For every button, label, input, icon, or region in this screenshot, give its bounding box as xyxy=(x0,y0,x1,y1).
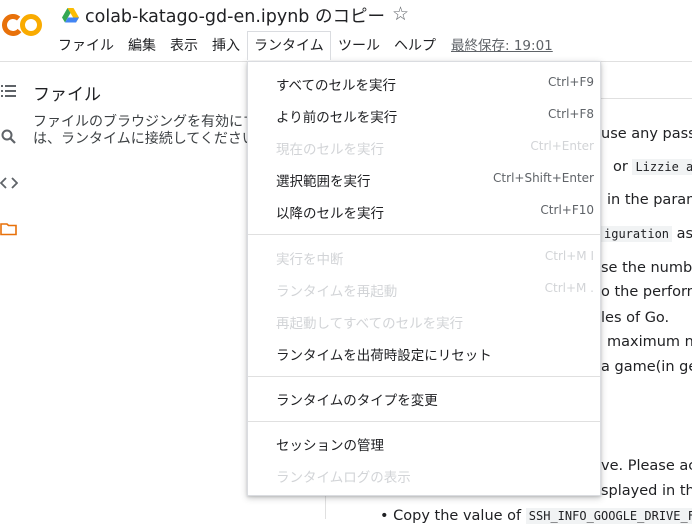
content-line: se the numbe xyxy=(601,260,692,276)
menu-item-label: ランタイムログの表示 xyxy=(276,470,411,486)
inline-code: iguration xyxy=(601,226,673,242)
inline-code: Lizzie a xyxy=(632,159,692,175)
menu-run-selection[interactable]: 選択範囲を実行 Ctrl+Shift+Enter xyxy=(248,165,600,193)
menu-help[interactable]: ヘルプ xyxy=(394,34,436,58)
menu-interrupt-execution: 実行を中断 Ctrl+M I xyxy=(248,243,600,271)
content-line: use any pass xyxy=(601,126,692,142)
menu-divider xyxy=(248,421,600,422)
menu-item-label: 再起動してすべてのセルを実行 xyxy=(276,316,464,332)
menu-item-label: ランタイムを再起動 xyxy=(276,284,398,300)
content-line: iguration as xyxy=(601,226,692,242)
menu-view[interactable]: 表示 xyxy=(170,34,198,58)
menu-divider xyxy=(248,376,600,377)
menu-item-label: すべてのセルを実行 xyxy=(276,78,397,94)
content-line: splayed in the xyxy=(601,483,692,499)
menu-item-label: 現在のセルを実行 xyxy=(276,142,384,158)
menu-factory-reset-runtime[interactable]: ランタイムを出荷時設定にリセット xyxy=(248,339,600,367)
menu-item-label: 実行を中断 xyxy=(276,252,344,268)
menu-file[interactable]: ファイル xyxy=(58,34,114,58)
menu-runtime[interactable]: ランタイム xyxy=(247,31,331,60)
menu-item-label: 選択範囲を実行 xyxy=(276,174,371,190)
menu-item-label: ランタイムのタイプを変更 xyxy=(276,393,438,409)
google-drive-icon xyxy=(62,8,79,23)
menu-item-label: ランタイムを出荷時設定にリセット xyxy=(276,348,492,364)
content-text: or xyxy=(613,159,628,175)
menu-item-shortcut: Ctrl+M I xyxy=(544,249,594,263)
menu-tools[interactable]: ツール xyxy=(338,34,380,58)
inline-code: SSH_INFO_GOOGLE_DRIVE_FI xyxy=(525,508,692,524)
colab-logo[interactable] xyxy=(2,10,44,40)
menu-edit[interactable]: 編集 xyxy=(128,34,156,58)
menu-item-label: 以降のセルを実行 xyxy=(276,206,384,222)
notebook-title[interactable]: colab-katago-gd-en.ipynb のコピー xyxy=(85,3,385,28)
runtime-menu-dropdown: すべてのセルを実行 Ctrl+F9 より前のセルを実行 Ctrl+F8 現在のセ… xyxy=(247,61,601,496)
menu-item-shortcut: Ctrl+Enter xyxy=(530,139,594,153)
content-text: Copy the value of xyxy=(393,508,522,524)
table-of-contents-icon[interactable] xyxy=(0,82,18,100)
content-line: maximum nu xyxy=(607,334,692,350)
menu-item-label: セッションの管理 xyxy=(276,438,384,454)
menu-item-shortcut: Ctrl+F8 xyxy=(548,107,594,121)
menu-item-label: より前のセルを実行 xyxy=(276,110,398,126)
menu-view-runtime-logs: ランタイムログの表示 xyxy=(248,461,600,489)
code-snippets-icon[interactable] xyxy=(0,174,19,192)
content-text: as xyxy=(676,226,692,242)
menu-item-shortcut: Ctrl+M . xyxy=(544,281,594,295)
content-line: ve. Please ac xyxy=(601,458,692,474)
content-line: a game(in ge xyxy=(601,359,692,375)
menu-run-after[interactable]: 以降のセルを実行 Ctrl+F10 xyxy=(248,197,600,225)
menu-restart-and-run-all: 再起動してすべてのセルを実行 xyxy=(248,307,600,335)
menu-item-shortcut: Ctrl+F9 xyxy=(548,75,594,89)
menu-divider xyxy=(248,234,600,235)
content-line: in the param xyxy=(607,192,692,208)
menu-manage-sessions[interactable]: セッションの管理 xyxy=(248,429,600,457)
menu-item-shortcut: Ctrl+Shift+Enter xyxy=(493,171,594,185)
menu-item-shortcut: Ctrl+F10 xyxy=(540,203,594,217)
files-panel-title: ファイル xyxy=(33,85,101,105)
menu-insert[interactable]: 挿入 xyxy=(212,34,240,58)
menu-restart-runtime: ランタイムを再起動 Ctrl+M . xyxy=(248,275,600,303)
content-line: les of Go. xyxy=(601,310,670,326)
bullet-icon: • xyxy=(380,508,394,524)
search-icon[interactable] xyxy=(0,128,18,146)
menu-run-focused-cell: 現在のセルを実行 Ctrl+Enter xyxy=(248,133,600,161)
folder-icon[interactable] xyxy=(0,220,18,238)
star-outline-icon[interactable]: ☆ xyxy=(392,3,409,25)
menu-run-all[interactable]: すべてのセルを実行 Ctrl+F9 xyxy=(248,69,600,97)
content-line: or Lizzie a xyxy=(613,159,692,175)
content-line: o the perform xyxy=(601,284,692,300)
menu-run-before[interactable]: より前のセルを実行 Ctrl+F8 xyxy=(248,101,600,129)
menu-change-runtime-type[interactable]: ランタイムのタイプを変更 xyxy=(248,384,600,412)
content-line: • Copy the value of SSH_INFO_GOOGLE_DRIV… xyxy=(380,508,692,524)
last-saved-link[interactable]: 最終保存: 19:01 xyxy=(451,34,553,58)
